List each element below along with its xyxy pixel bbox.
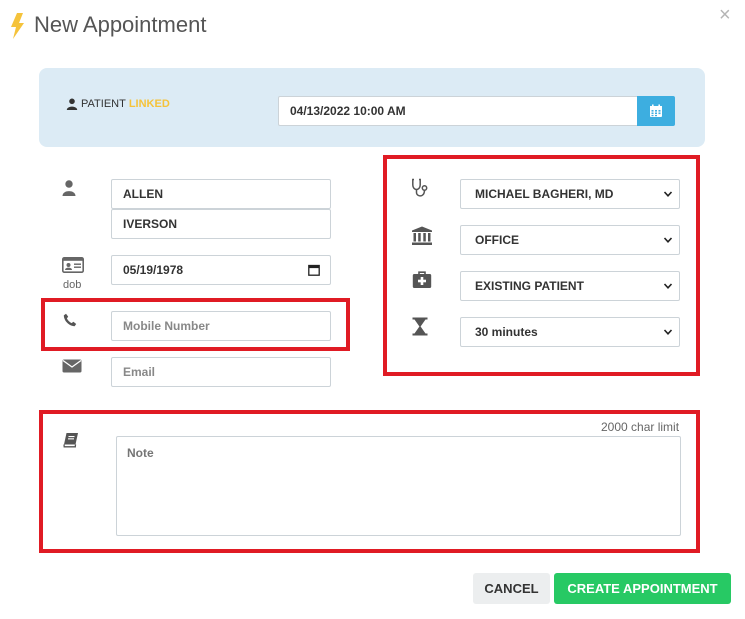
provider-select[interactable]: MICHAEL BAGHERI, MD	[460, 179, 680, 209]
chevron-down-icon	[663, 283, 673, 289]
duration-value: 30 minutes	[475, 325, 538, 339]
stethoscope-icon	[412, 178, 428, 197]
location-select[interactable]: OFFICE	[460, 225, 680, 255]
visit-type-value: EXISTING PATIENT	[475, 279, 584, 293]
phone-icon	[63, 313, 77, 327]
email-input[interactable]: Email	[111, 357, 331, 387]
note-textarea[interactable]	[116, 436, 681, 536]
envelope-icon	[62, 359, 82, 373]
provider-value: MICHAEL BAGHERI, MD	[475, 187, 614, 201]
first-name-input[interactable]: ALLEN	[111, 179, 331, 209]
dob-label: dob	[63, 279, 82, 291]
patient-label: PATIENT	[81, 98, 126, 110]
bank-building-icon	[412, 226, 432, 245]
duration-select[interactable]: 30 minutes	[460, 317, 680, 347]
calendar-icon[interactable]	[308, 264, 320, 276]
medical-kit-icon	[412, 271, 432, 288]
close-icon[interactable]: ×	[719, 5, 731, 25]
id-card-icon	[62, 257, 84, 273]
user-icon	[62, 180, 76, 196]
create-appointment-button[interactable]: CREATE APPOINTMENT	[554, 573, 731, 604]
location-value: OFFICE	[475, 233, 519, 247]
chevron-down-icon	[663, 237, 673, 243]
appointment-datetime-input[interactable]: 04/13/2022 10:00 AM	[278, 96, 638, 126]
visit-type-select[interactable]: EXISTING PATIENT	[460, 271, 680, 301]
linked-status: LINKED	[128, 98, 170, 110]
char-limit-label: 2000 char limit	[601, 420, 680, 434]
calendar-button[interactable]	[637, 96, 675, 126]
lightning-bolt-icon	[11, 13, 24, 39]
hourglass-icon	[412, 317, 428, 336]
book-icon	[63, 433, 78, 448]
chevron-down-icon	[663, 191, 673, 197]
dialog-title: New Appointment	[34, 12, 207, 37]
dob-input[interactable]: 05/19/1978	[111, 255, 331, 285]
chevron-down-icon	[663, 329, 673, 335]
patient-linked-label: PATIENT LINKED	[66, 98, 170, 110]
dob-value: 05/19/1978	[123, 263, 184, 277]
cancel-button[interactable]: CANCEL	[473, 573, 550, 604]
last-name-input[interactable]: IVERSON	[111, 209, 331, 239]
user-icon	[66, 98, 78, 110]
mobile-number-input[interactable]: Mobile Number	[111, 311, 331, 341]
calendar-icon	[650, 104, 662, 117]
